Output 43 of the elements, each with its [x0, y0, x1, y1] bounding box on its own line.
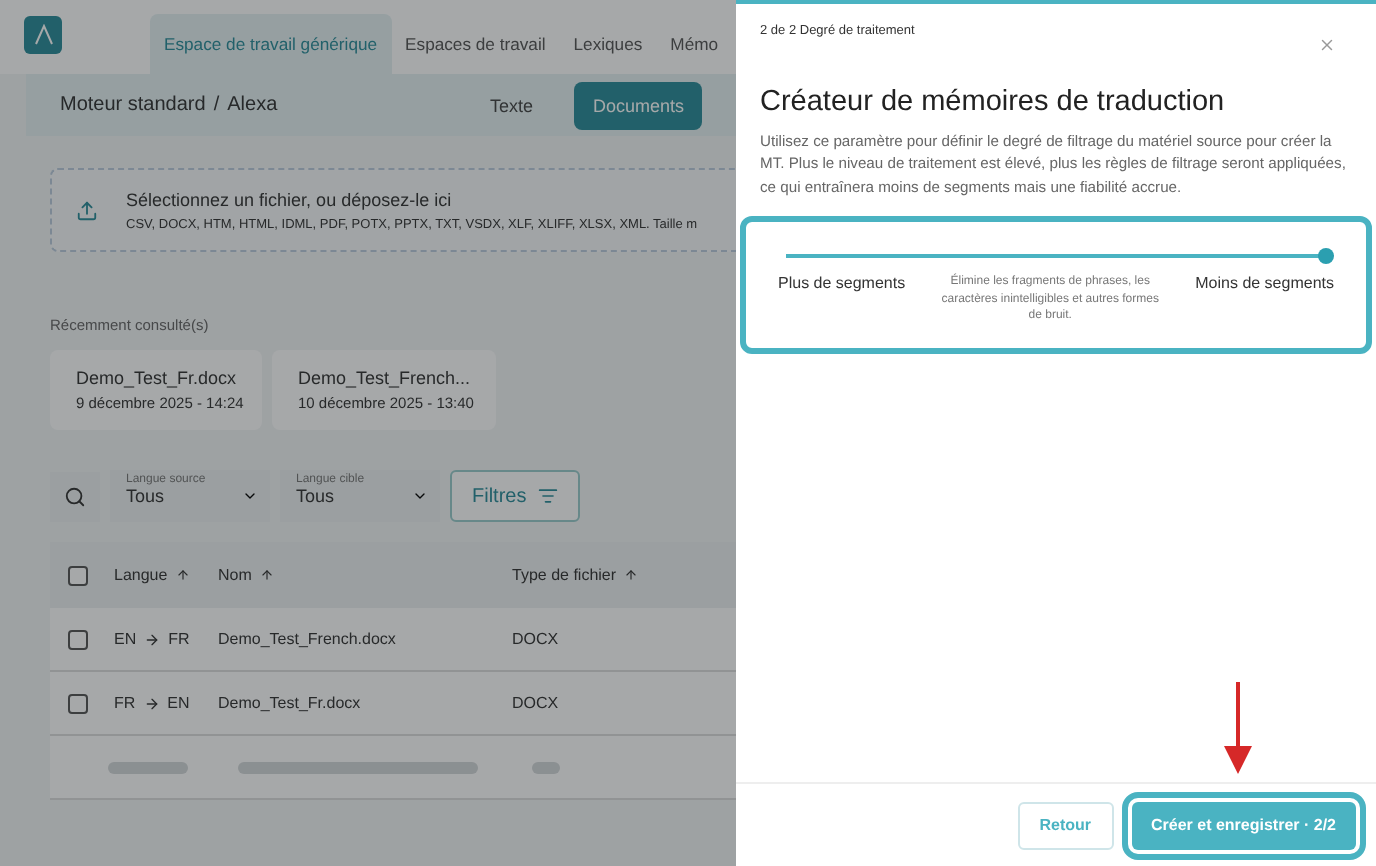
- arrow-icon: [143, 695, 160, 711]
- upload-icon: [76, 199, 98, 221]
- breadcrumb-item[interactable]: Alexa: [227, 94, 278, 116]
- filter-icon: [538, 486, 559, 506]
- row-checkbox[interactable]: [68, 693, 88, 713]
- logo-icon: [24, 16, 62, 54]
- table-cell: Demo_Test_Fr.docx: [218, 694, 361, 712]
- table-cell: Demo_Test_French.docx: [218, 630, 396, 648]
- mode-tab[interactable]: Documents: [574, 81, 702, 129]
- search-icon: [64, 485, 86, 507]
- nav-tab[interactable]: Lexiques: [559, 14, 657, 74]
- slider-thumb[interactable]: [1318, 248, 1334, 265]
- table-cell: EN: [167, 694, 190, 712]
- table-cell: DOCX: [512, 694, 559, 712]
- column-header[interactable]: Nom: [218, 566, 512, 584]
- mode-tab[interactable]: Texte: [471, 81, 551, 129]
- sort-icon: [175, 568, 190, 582]
- table-cell: EN: [114, 630, 137, 648]
- slider-min-label: Plus de segments: [778, 274, 906, 293]
- select-all-checkbox[interactable]: [68, 565, 88, 585]
- caret-icon: [412, 488, 428, 504]
- caret-icon: [242, 488, 258, 504]
- slider-max-label: Moins de segments: [1195, 274, 1334, 293]
- arrow-icon: [1222, 682, 1254, 774]
- table-cell: DOCX: [512, 630, 559, 648]
- column-header[interactable]: Type de fichier: [512, 566, 712, 584]
- row-checkbox[interactable]: [68, 629, 88, 649]
- file-name: Demo_Test_Fr.docx: [76, 368, 236, 388]
- drop-zone-title: Sélectionnez un fichier, ou déposez-le ici: [126, 189, 454, 209]
- nav-tab[interactable]: Espaces de travail: [391, 14, 560, 74]
- close-icon[interactable]: [1318, 36, 1336, 54]
- sort-icon: [259, 568, 274, 582]
- drawer-title: Créateur de mémoires de traduction: [760, 86, 1227, 118]
- nav-tab[interactable]: Mémo: [656, 14, 733, 74]
- sort-icon: [624, 568, 639, 582]
- arrow-icon: [144, 631, 161, 647]
- breadcrumb-separator: /: [213, 94, 220, 116]
- file-name: Demo_Test_French...: [298, 368, 470, 388]
- table-cell: FR: [168, 630, 190, 648]
- breadcrumb-item[interactable]: Moteur standard: [60, 94, 206, 116]
- table-cell: FR: [114, 694, 136, 712]
- column-header[interactable]: Langue: [88, 566, 218, 584]
- filters-button[interactable]: Filtres: [450, 470, 581, 522]
